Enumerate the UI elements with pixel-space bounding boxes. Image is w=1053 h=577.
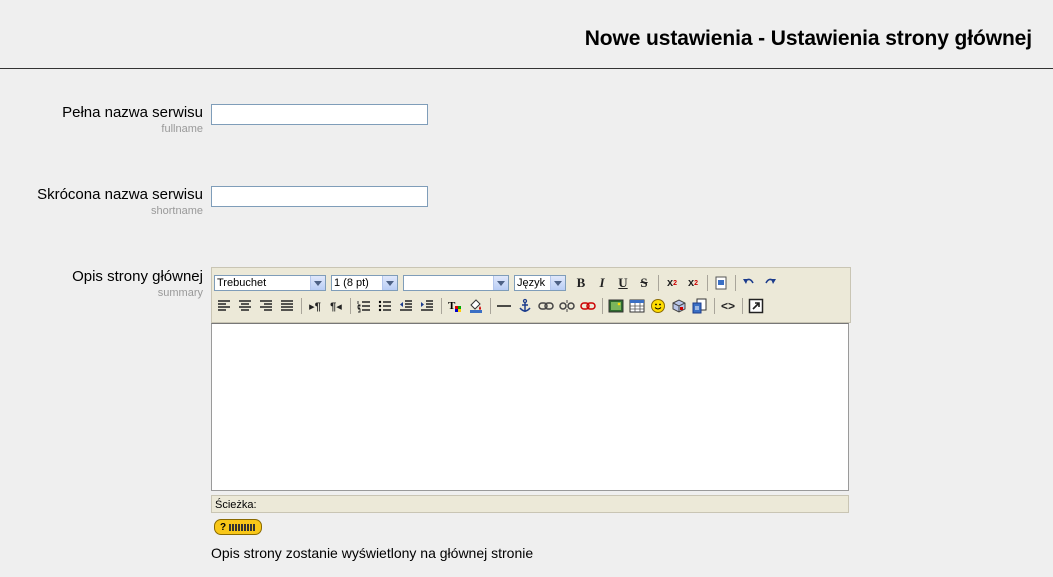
html-source-icon[interactable]: <> bbox=[718, 296, 738, 316]
background-color-icon[interactable] bbox=[466, 296, 486, 316]
align-right-icon[interactable] bbox=[256, 296, 276, 316]
align-center-icon[interactable] bbox=[235, 296, 255, 316]
fullname-label-block: Pełna nazwa serwisu fullname bbox=[62, 104, 203, 136]
path-label: Ścieżka: bbox=[215, 499, 257, 511]
toolbar-separator bbox=[490, 298, 491, 314]
editor-status-bar: Ścieżka: bbox=[211, 495, 849, 513]
superscript-icon[interactable]: x2 bbox=[683, 273, 703, 293]
align-justify-icon[interactable] bbox=[277, 296, 297, 316]
language-value: Język bbox=[517, 277, 546, 289]
bold-icon[interactable]: B bbox=[571, 273, 591, 293]
chevron-down-icon bbox=[382, 276, 397, 290]
toolbar-separator bbox=[602, 298, 603, 314]
toolbar-row-2: ▸¶ ¶◂ T <> bbox=[214, 295, 767, 317]
title-divider bbox=[0, 68, 1053, 69]
toolbar-separator bbox=[301, 298, 302, 314]
chevron-down-icon bbox=[550, 276, 565, 290]
anchor-icon[interactable] bbox=[515, 296, 535, 316]
undo-icon[interactable] bbox=[739, 273, 759, 293]
fullname-input[interactable] bbox=[211, 104, 428, 125]
fullname-label: Pełna nazwa serwisu bbox=[62, 104, 203, 121]
page-title: Nowe ustawienia - Ustawienia strony głów… bbox=[584, 27, 1032, 50]
keyboard-help-icon[interactable]: ? bbox=[214, 519, 262, 535]
font-family-select[interactable]: Trebuchet bbox=[214, 275, 326, 291]
svg-text:T: T bbox=[448, 300, 456, 312]
toolbar-separator bbox=[735, 275, 736, 291]
horizontal-rule-icon[interactable] bbox=[494, 296, 514, 316]
shortname-key: shortname bbox=[151, 205, 203, 217]
fullscreen-icon[interactable] bbox=[746, 296, 766, 316]
font-size-select[interactable]: 1 (8 pt) bbox=[331, 275, 398, 291]
ordered-list-icon[interactable] bbox=[354, 296, 374, 316]
toolbar-separator bbox=[658, 275, 659, 291]
unordered-list-icon[interactable] bbox=[375, 296, 395, 316]
fullname-key: fullname bbox=[161, 123, 203, 135]
subscript-icon[interactable]: x2 bbox=[662, 273, 682, 293]
ltr-direction-icon[interactable]: ▸¶ bbox=[305, 296, 325, 316]
shortname-input[interactable] bbox=[211, 186, 428, 207]
special-chars-icon[interactable] bbox=[669, 296, 689, 316]
toolbar-separator bbox=[714, 298, 715, 314]
html-editor: Trebuchet 1 (8 pt) Język B I U S x2 x2 ▸… bbox=[211, 267, 851, 515]
shortname-label-block: Skrócona nazwa serwisu shortname bbox=[37, 186, 203, 218]
outdent-icon[interactable] bbox=[396, 296, 416, 316]
summary-key: summary bbox=[157, 287, 203, 299]
format-select[interactable] bbox=[403, 275, 509, 291]
search-replace-icon[interactable] bbox=[690, 296, 710, 316]
italic-icon[interactable]: I bbox=[592, 273, 612, 293]
redo-icon[interactable] bbox=[760, 273, 780, 293]
editor-content-area[interactable] bbox=[211, 323, 849, 491]
insert-table-icon[interactable] bbox=[627, 296, 647, 316]
summary-label-block: Opis strony głównej summary bbox=[72, 268, 203, 300]
toolbar-separator bbox=[441, 298, 442, 314]
nolink-icon[interactable] bbox=[578, 296, 598, 316]
underline-icon[interactable]: U bbox=[613, 273, 633, 293]
text-color-icon[interactable]: T bbox=[445, 296, 465, 316]
smiley-icon[interactable] bbox=[648, 296, 668, 316]
summary-label: Opis strony głównej bbox=[72, 268, 203, 285]
rtl-direction-icon[interactable]: ¶◂ bbox=[326, 296, 346, 316]
toolbar-row-1: Trebuchet 1 (8 pt) Język B I U S x2 x2 bbox=[214, 272, 781, 294]
unlink-icon[interactable] bbox=[557, 296, 577, 316]
chevron-down-icon bbox=[310, 276, 325, 290]
font-family-value: Trebuchet bbox=[217, 277, 267, 289]
font-size-value: 1 (8 pt) bbox=[334, 277, 369, 289]
insert-image-icon[interactable] bbox=[606, 296, 626, 316]
language-select[interactable]: Język bbox=[514, 275, 566, 291]
clean-word-icon[interactable] bbox=[711, 273, 731, 293]
toolbar-separator bbox=[707, 275, 708, 291]
align-left-icon[interactable] bbox=[214, 296, 234, 316]
link-icon[interactable] bbox=[536, 296, 556, 316]
toolbar-separator bbox=[350, 298, 351, 314]
shortname-label: Skrócona nazwa serwisu bbox=[37, 186, 203, 203]
toolbar-separator bbox=[742, 298, 743, 314]
indent-icon[interactable] bbox=[417, 296, 437, 316]
chevron-down-icon bbox=[493, 276, 508, 290]
field-description: Opis strony zostanie wyświetlony na głów… bbox=[211, 545, 534, 561]
editor-toolbar: Trebuchet 1 (8 pt) Język B I U S x2 x2 ▸… bbox=[211, 267, 851, 323]
strikethrough-icon[interactable]: S bbox=[634, 273, 654, 293]
